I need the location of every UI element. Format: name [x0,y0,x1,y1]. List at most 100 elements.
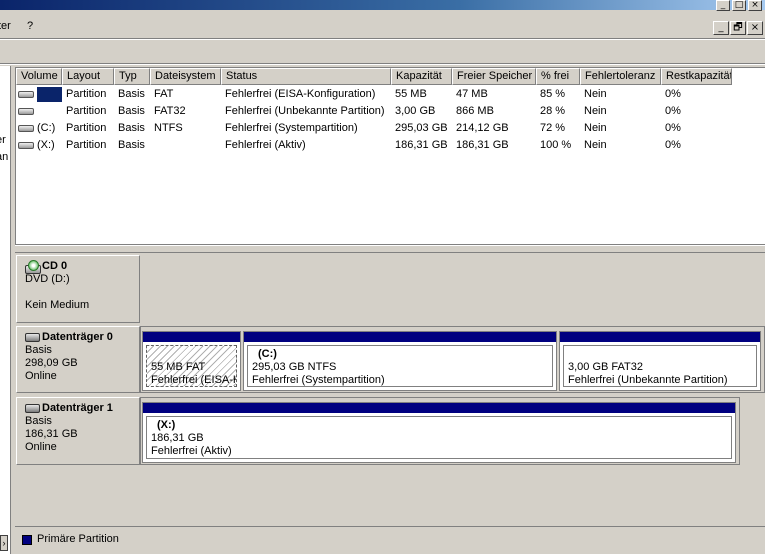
volume-cell: (X:) [16,137,62,154]
menu-item-ansicht[interactable]: ter [0,20,11,32]
partition-content: 3,00 GB FAT32 Fehlerfrei (Unbekannte Par… [563,345,757,387]
partition-fat32[interactable]: 3,00 GB FAT32 Fehlerfrei (Unbekannte Par… [559,331,761,391]
maximize-button[interactable]: □ [732,0,746,11]
disk-label-cd0[interactable]: CD 0 DVD (D:) Kein Medium [16,255,140,323]
console-tree-pane[interactable]: er an [0,66,11,554]
partition-status: Fehlerfrei (Systempartition) [252,374,385,386]
toolbar-separator [0,63,765,65]
dateisystem-cell [150,137,221,154]
column-header-dateisystem[interactable]: Dateisystem [150,68,221,85]
dateisystem-cell: FAT [154,88,174,100]
restkapazitaet-cell: 0% [665,139,681,151]
column-header-typ[interactable]: Typ [114,68,150,85]
table-row[interactable]: (C:) Partition Basis NTFS Fehlerfrei (Sy… [16,120,732,137]
restkapazitaet-cell: 0% [665,88,681,100]
restkapazitaet-cell: 0% [665,105,681,117]
volume-cell [16,103,62,120]
disk-medium: Kein Medium [25,299,90,311]
fehlertoleranz-cell: Nein [584,105,607,117]
disk-name-text: CD 0 [42,260,68,272]
list-header: Volume Layout Typ Dateisystem Status Kap… [16,68,732,85]
disk-size: 298,09 GB [25,357,78,369]
mdi-minimize-button[interactable]: _ [713,21,729,35]
partition-size: 3,00 GB FAT32 [568,361,644,373]
column-header-restkapazitaet[interactable]: Restkapazität [661,68,732,85]
table-row[interactable]: Partition Basis FAT Fehlerfrei (EISA-Kon… [16,86,732,103]
status-cell: Fehlerfrei (Unbekannte Partition) [225,105,385,117]
prozent-frei-cell: 100 % [540,139,572,151]
minimize-button[interactable]: _ [716,0,730,11]
volume-cell [16,86,62,103]
cd-drive-icon [25,260,41,274]
primary-partition-swatch [22,535,32,545]
partition-drive: (C:) [258,348,277,360]
view-splitter[interactable] [15,245,765,253]
partition-c[interactable]: (C:) 295,03 GB NTFS Fehlerfrei (Systempa… [243,331,557,391]
partition-status: Fehlerfrei (EISA-K [151,374,237,386]
mdi-close-button[interactable]: × [747,21,763,35]
dateisystem-cell: FAT32 [154,105,186,117]
disk-name: Datenträger 0 [25,331,131,344]
column-header-prozent-frei[interactable]: % frei [536,68,580,85]
partition-bar [143,332,240,342]
tree-item-fragment[interactable]: er [0,134,6,146]
menu-bar: ter ? _ 🗗 × [0,13,765,39]
disk-name: CD 0 [25,260,131,274]
kapazitaet-cell: 3,00 GB [395,105,436,117]
partition-status: Fehlerfrei (Aktiv) [151,445,232,457]
scroll-arrow-fragment[interactable]: › [0,535,8,551]
menu-item-help[interactable]: ? [27,20,33,32]
partition-x[interactable]: (X:) 186,31 GB Fehlerfrei (Aktiv) [142,402,736,463]
title-bar [0,0,765,10]
hard-disk-icon [25,404,40,413]
disk-state: Online [25,441,57,453]
kapazitaet-cell: 186,31 GB [395,139,448,151]
mdi-controls: _ 🗗 × [713,21,763,35]
disk-label-disk0[interactable]: Datenträger 0 Basis 298,09 GB Online [16,326,140,393]
prozent-frei-cell: 85 % [540,88,566,100]
disk-name: Datenträger 1 [25,402,131,415]
legend-label: Primäre Partition [37,533,119,545]
mdi-restore-button[interactable]: 🗗 [730,21,746,35]
column-header-layout[interactable]: Layout [62,68,114,85]
close-button[interactable]: × [748,0,762,11]
disk-label-disk1[interactable]: Datenträger 1 Basis 186,31 GB Online [16,397,140,465]
disk-kind: Basis [25,344,52,356]
partition-size: 186,31 GB [151,432,204,444]
volume-icon [18,125,34,132]
table-row[interactable]: (X:) Partition Basis Fehlerfrei (Aktiv) … [16,137,732,154]
tree-item-fragment[interactable]: an [0,151,8,163]
partition-status: Fehlerfrei (Unbekannte Partition) [568,374,728,386]
fehlertoleranz-cell: Nein [584,139,607,151]
typ-cell: Basis [118,88,145,100]
volume-cell: (C:) [16,120,62,137]
selection-highlight [37,87,62,102]
column-header-status[interactable]: Status [221,68,391,85]
layout-cell: Partition [66,122,107,134]
disk-kind: Basis [25,415,52,427]
disk-body-cd0 [140,255,765,323]
typ-cell: Basis [118,122,145,134]
column-header-volume[interactable]: Volume [16,68,62,85]
status-cell: Fehlerfrei (Aktiv) [225,139,306,151]
column-header-freier-speicher[interactable]: Freier Speicher [452,68,536,85]
table-row[interactable]: Partition Basis FAT32 Fehlerfrei (Unbeka… [16,103,732,120]
column-header-kapazitaet[interactable]: Kapazität [391,68,452,85]
layout-cell: Partition [66,105,107,117]
kapazitaet-cell: 295,03 GB [395,122,448,134]
partition-content: (X:) 186,31 GB Fehlerfrei (Aktiv) [146,416,732,459]
layout-cell: Partition [66,139,107,151]
column-header-fehlertoleranz[interactable]: Fehlertoleranz [580,68,661,85]
partition-fat[interactable]: 55 MB FAT Fehlerfrei (EISA-K [142,331,241,391]
volume-label: (C:) [37,122,56,134]
disk-graphical-view[interactable]: CD 0 DVD (D:) Kein Medium Datenträger 0 … [15,253,765,523]
volume-icon [18,108,34,115]
toolbar [0,40,765,64]
legend: Primäre Partition [15,526,765,554]
volume-list[interactable]: Volume Layout Typ Dateisystem Status Kap… [15,67,765,245]
disk-type: DVD (D:) [25,273,70,285]
status-cell: Fehlerfrei (EISA-Konfiguration) [225,88,376,100]
partition-size: 55 MB FAT [151,361,206,373]
